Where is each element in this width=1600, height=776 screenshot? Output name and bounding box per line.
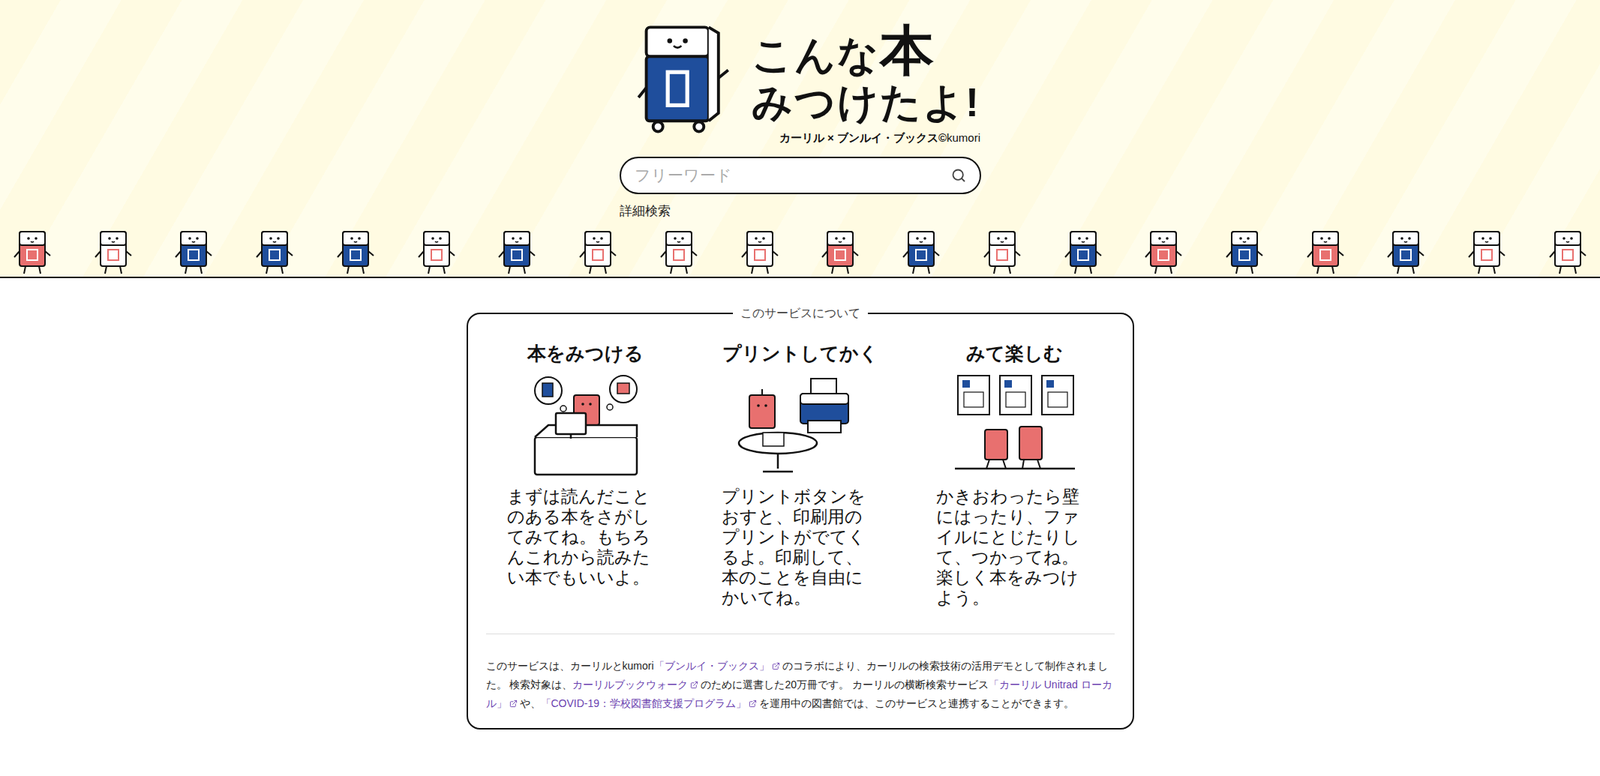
divider (486, 633, 1115, 635)
footer-link[interactable]: 「COVID-19：学校図書館支援プログラム」 (540, 697, 760, 710)
step-text: まずは読んだことのある本をさがしてみてね。もちろんこれから読みたい本でもいいよ。 (507, 486, 665, 589)
search-icon[interactable] (951, 168, 967, 184)
footer-link[interactable]: 「ブンルイ・ブックス」 (654, 660, 783, 673)
book-character-icon (1463, 224, 1510, 277)
book-character-icon (655, 224, 703, 277)
about-step: 本をみつけるまずは読んだことのある本をさがしてみてね。もちろんこれから読みたい本… (505, 341, 667, 609)
book-character-icon (493, 224, 541, 277)
step-title: プリントしてかく (722, 341, 879, 366)
external-link-icon (748, 699, 757, 709)
search-box[interactable] (619, 156, 982, 195)
print-illustration-icon (732, 369, 868, 479)
step-text: かきおわったら壁にはったり、ファイルにとじたりして、つかってね。楽しく本をみつけ… (936, 486, 1094, 609)
about-step: みて楽しむかきおわったら壁にはったり、ファイルにとじたりして、つかってね。楽しく… (934, 341, 1096, 609)
book-character-icon (897, 224, 945, 277)
logo-book-icon (634, 18, 733, 139)
book-character-icon (1221, 224, 1268, 277)
logo[interactable]: こんな本みつけたよ! カーリル × ブンルイ・ブックス©kumori (634, 18, 981, 147)
external-link-icon (690, 681, 699, 690)
advanced-search-link[interactable]: 詳細検索 (619, 201, 982, 222)
external-link-icon (509, 699, 518, 709)
about-card: このサービスについて本をみつけるまずは読んだことのある本をさがしてみてね。もちろ… (466, 312, 1135, 730)
book-character-icon (736, 224, 784, 277)
logo-title: こんな本 (751, 21, 981, 81)
search-input[interactable] (634, 163, 952, 188)
footer-link[interactable]: カーリルブックウォーク (572, 678, 701, 691)
page: こんな本みつけたよ! カーリル × ブンルイ・ブックス©kumori 詳細検索このサ… (0, 0, 1600, 776)
about-footer: このサービスは、カーリルとkumori「ブンルイ・ブックス」のコラボにより、カー… (486, 657, 1115, 714)
book-character-icon (332, 224, 379, 277)
character-row (0, 224, 1600, 277)
hero: こんな本みつけたよ! カーリル × ブンルイ・ブックス©kumori 詳細検索 (0, 0, 1600, 279)
book-character-icon (978, 224, 1026, 277)
book-character-icon (9, 224, 56, 277)
book-character-icon (1382, 224, 1429, 277)
step-title: みて楽しむ (966, 341, 1063, 366)
book-character-icon (251, 224, 298, 277)
book-character-icon (574, 224, 622, 277)
book-character-icon (170, 224, 217, 277)
book-character-icon (90, 224, 137, 277)
book-character-icon (1302, 224, 1349, 277)
step-title: 本をみつける (527, 341, 644, 366)
book-character-icon (1140, 224, 1187, 277)
external-link-icon (771, 662, 781, 671)
book-character-icon (1059, 224, 1107, 277)
about-legend: このサービスについて (732, 305, 868, 322)
logo-credit: カーリル × ブンルイ・ブックス©kumori (779, 129, 981, 148)
book-character-icon (816, 224, 864, 277)
enjoy-illustration-icon (947, 369, 1083, 479)
book-character-icon (1544, 224, 1591, 277)
step-text: プリントボタンをおすと、印刷用のプリントがでてくるよ。印刷して、本のことを自由に… (721, 486, 880, 609)
book-character-icon (413, 224, 460, 277)
find-book-illustration-icon (525, 369, 646, 479)
logo-title-line2: みつけたよ! (751, 80, 981, 125)
about-step: プリントしてかくプリントボタンをおすと、印刷用のプリントがでてくるよ。印刷して、… (720, 341, 881, 609)
